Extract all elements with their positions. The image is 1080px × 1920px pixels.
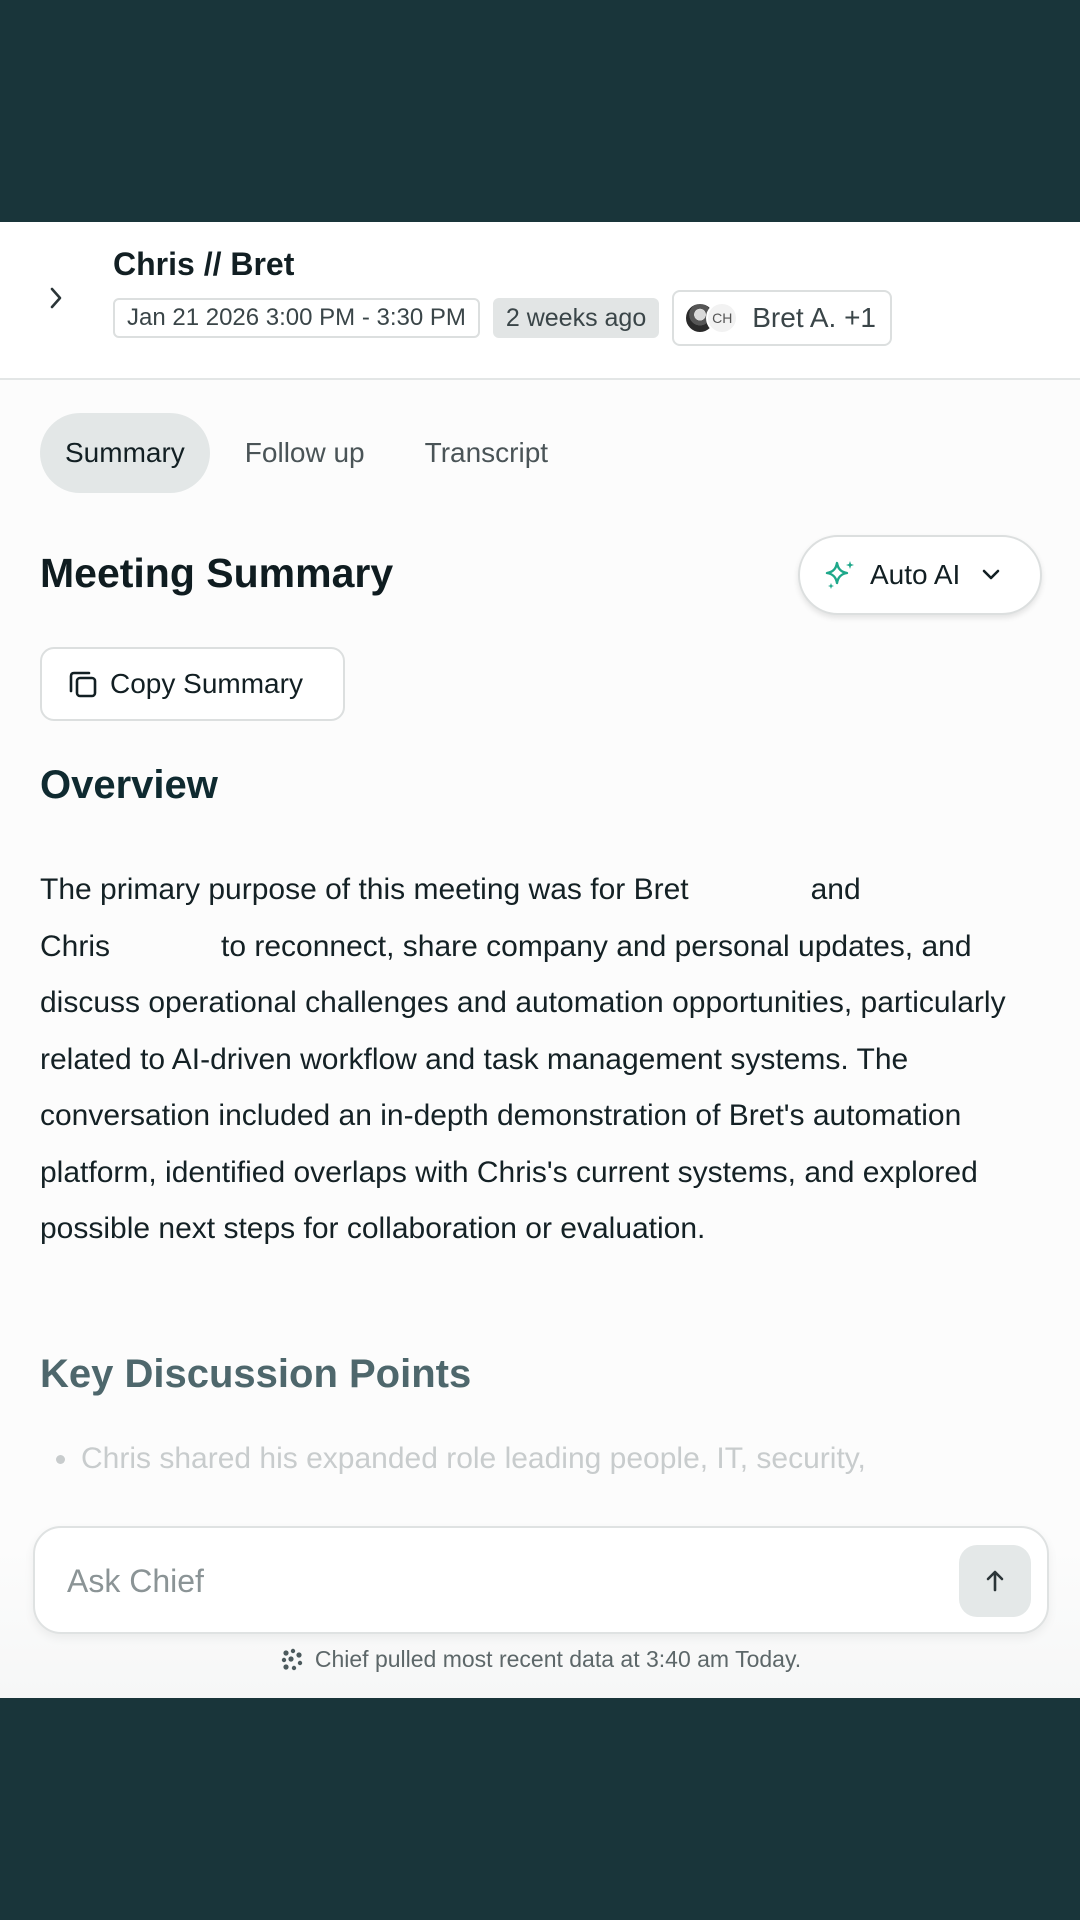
meeting-meta: Jan 21 2026 3:00 PM - 3:30 PM 2 weeks ag… xyxy=(113,290,892,346)
data-status: Chief pulled most recent data at 3:40 am… xyxy=(0,1646,1080,1673)
tab-follow-up[interactable]: Follow up xyxy=(220,413,390,493)
meeting-header: Chris // Bret Jan 21 2026 3:00 PM - 3:30… xyxy=(0,222,1080,380)
attendees-button[interactable]: CH Bret A. +1 xyxy=(672,290,892,346)
model-select-button[interactable]: Auto AI xyxy=(798,535,1042,615)
tab-bar: Summary Follow up Transcript xyxy=(40,413,573,493)
chief-logo-icon xyxy=(281,1648,303,1670)
send-button[interactable] xyxy=(959,1545,1031,1617)
relative-time-badge: 2 weeks ago xyxy=(492,298,660,338)
overview-text-part: Chris xyxy=(40,929,111,963)
bottom-frame xyxy=(0,1698,1080,1920)
meeting-panel: Chris // Bret Jan 21 2026 3:00 PM - 3:30… xyxy=(0,222,1080,1698)
list-item-text: Chris shared his expanded role leading p… xyxy=(81,1442,866,1475)
chevron-right-icon xyxy=(50,287,62,309)
copy-summary-label: Copy Summary xyxy=(110,668,303,699)
top-frame xyxy=(0,0,1080,222)
key-points-heading: Key Discussion Points xyxy=(40,1352,472,1396)
avatar-group: CH xyxy=(684,302,739,334)
data-status-text: Chief pulled most recent data at 3:40 am… xyxy=(314,1646,802,1672)
overview-text-part: The primary purpose of this meeting was … xyxy=(40,873,689,906)
copy-icon xyxy=(69,671,97,698)
list-item: Chris shared his expanded role leading p… xyxy=(56,1442,1056,1476)
tab-transcript[interactable]: Transcript xyxy=(400,413,573,493)
page-title: Meeting Summary xyxy=(40,550,394,596)
copy-summary-button[interactable]: Copy Summary xyxy=(40,647,345,721)
overview-text-part: to reconnect, share company and personal… xyxy=(40,929,1006,1246)
collapse-button[interactable] xyxy=(38,280,74,316)
overview-text-part: and xyxy=(810,873,861,906)
ask-bar xyxy=(33,1526,1049,1634)
tab-summary[interactable]: Summary xyxy=(40,413,210,493)
overview-paragraph: The primary purpose of this meeting was … xyxy=(40,862,1050,1258)
model-select-label: Auto AI xyxy=(870,559,961,590)
attendees-label: Bret A. +1 xyxy=(752,302,876,333)
overview-heading: Overview xyxy=(40,763,218,807)
arrow-up-icon xyxy=(986,1570,1004,1592)
meeting-title: Chris // Bret xyxy=(113,246,295,282)
key-points-list: Chris shared his expanded role leading p… xyxy=(56,1442,1056,1476)
sparkle-icon xyxy=(825,561,854,589)
bullet xyxy=(56,1454,65,1464)
avatar-initials: CH xyxy=(706,302,739,334)
date-range-chip: Jan 21 2026 3:00 PM - 3:30 PM xyxy=(113,298,480,338)
chevron-down-icon xyxy=(982,569,1000,580)
ask-input[interactable] xyxy=(67,1556,927,1606)
